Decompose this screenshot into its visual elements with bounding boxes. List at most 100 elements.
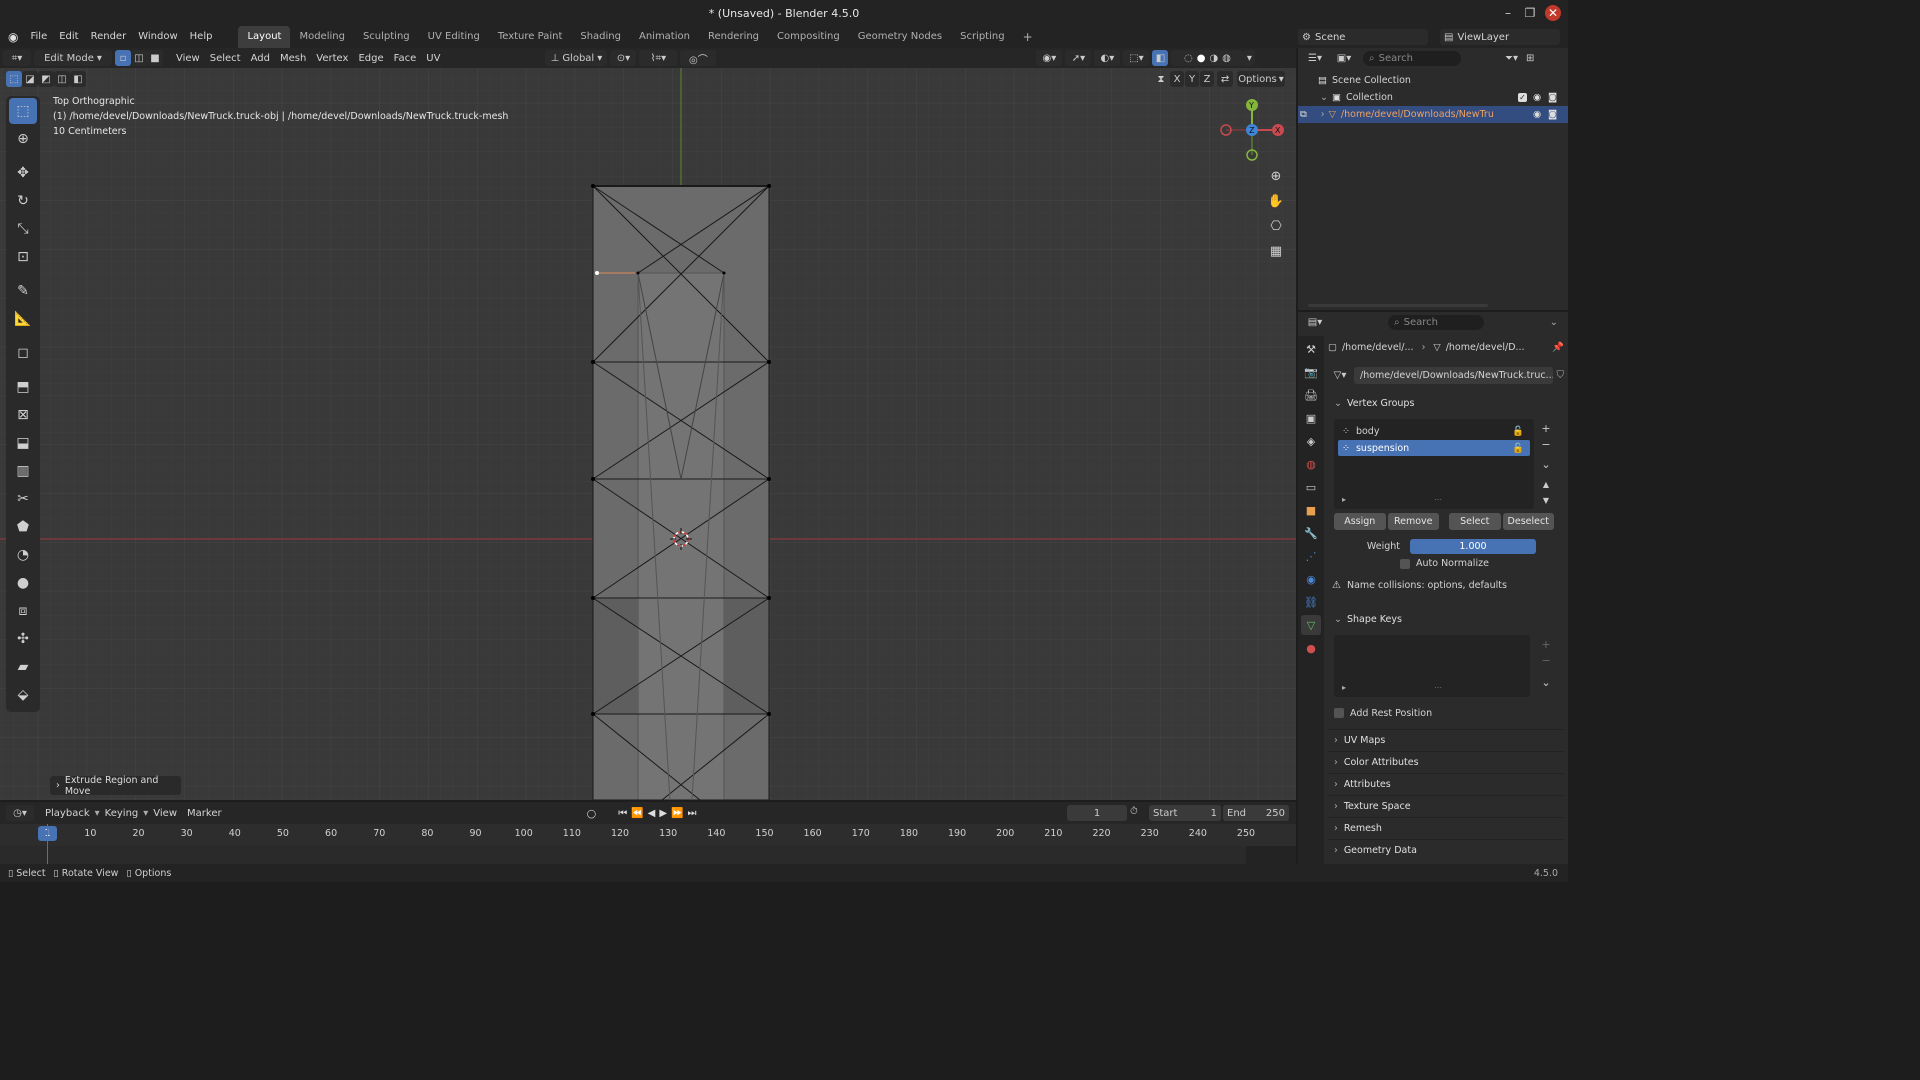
fake-user-shield-icon[interactable]: ⛉ bbox=[1557, 370, 1565, 381]
shear-tool-icon[interactable]: ▰ bbox=[9, 654, 37, 680]
scale-tool-icon[interactable]: ⤡ bbox=[9, 216, 37, 242]
weight-slider[interactable]: 1.000 bbox=[1410, 539, 1536, 554]
tab-sculpting[interactable]: Sculpting bbox=[354, 26, 419, 48]
spin-tool-icon[interactable]: ◔ bbox=[9, 542, 37, 568]
navigation-gizmo[interactable]: Y X Z bbox=[1218, 96, 1288, 166]
vertex-groups-header[interactable]: ⌄ Vertex Groups bbox=[1328, 393, 1564, 413]
scene-selector[interactable]: ⚙ Scene bbox=[1298, 29, 1428, 45]
select-new-icon[interactable]: ⬚ bbox=[6, 71, 22, 87]
outliner-object-row[interactable]: ⧉ › ▽ /home/devel/Downloads/NewTru ◉ ◙ bbox=[1298, 106, 1568, 123]
object-render-camera-icon[interactable]: ◙ bbox=[1548, 109, 1557, 120]
move-down-icon[interactable]: ▼ bbox=[1538, 493, 1554, 509]
shading-options-chevron-icon[interactable]: ▾ bbox=[1243, 50, 1256, 66]
material-tab-icon[interactable]: ● bbox=[1301, 638, 1321, 658]
menu-face[interactable]: Face bbox=[389, 53, 422, 64]
transform-orientation-dropdown[interactable]: ⊥ Global ▾ bbox=[545, 50, 608, 66]
remove-shape-key-icon[interactable]: − bbox=[1538, 653, 1554, 669]
mirror-x-toggle[interactable]: X bbox=[1170, 71, 1184, 87]
topology-mirror-icon[interactable]: ⇄ bbox=[1217, 71, 1233, 87]
world-tab-icon[interactable]: ◍ bbox=[1301, 454, 1321, 474]
tab-geometry-nodes[interactable]: Geometry Nodes bbox=[849, 26, 951, 48]
shape-key-specials-chevron-icon[interactable]: ⌄ bbox=[1538, 675, 1554, 691]
visibility-eye-icon[interactable]: ◉ bbox=[1533, 92, 1541, 103]
pan-hand-icon[interactable]: ✋ bbox=[1265, 190, 1287, 212]
filter-icon[interactable]: ⏷▾ bbox=[1505, 53, 1518, 64]
tab-scripting[interactable]: Scripting bbox=[951, 26, 1013, 48]
select-invert-icon[interactable]: ◫ bbox=[54, 71, 70, 87]
transform-tool-icon[interactable]: ⊡ bbox=[9, 244, 37, 270]
mirror-z-toggle[interactable]: Z bbox=[1200, 71, 1214, 87]
remove-button[interactable]: Remove bbox=[1387, 513, 1439, 530]
face-select-icon[interactable]: ■ bbox=[147, 50, 163, 66]
extrude-tool-icon[interactable]: ⬒ bbox=[9, 374, 37, 400]
menu-mesh[interactable]: Mesh bbox=[275, 53, 311, 64]
move-tool-icon[interactable]: ✥ bbox=[9, 160, 37, 186]
new-collection-icon[interactable]: ⊞ bbox=[1526, 53, 1534, 64]
mesh-overlay-icon[interactable]: ⬚▾ bbox=[1123, 50, 1150, 66]
menu-render[interactable]: Render bbox=[85, 26, 133, 48]
play-icon[interactable]: ▶ bbox=[659, 808, 671, 819]
shape-keys-header[interactable]: ⌄ Shape Keys bbox=[1328, 609, 1564, 629]
timeline-track[interactable] bbox=[0, 824, 1296, 866]
menu-select[interactable]: Select bbox=[205, 53, 246, 64]
remesh-section[interactable]: › Remesh bbox=[1328, 817, 1564, 839]
vertex-groups-list[interactable]: ⁘ body 🔓 ⁘ suspension 🔓 ▸ ⋯ bbox=[1334, 419, 1534, 509]
rotate-tool-icon[interactable]: ↻ bbox=[9, 188, 37, 214]
list-resize-grip-icon[interactable]: ⋯ bbox=[1434, 683, 1442, 692]
wireframe-shading-icon[interactable]: ◌ bbox=[1184, 53, 1193, 64]
tool-tab-icon[interactable]: ⚒ bbox=[1301, 339, 1321, 359]
chevron-right-icon[interactable]: › bbox=[1321, 109, 1325, 120]
viewport-canvas[interactable] bbox=[0, 68, 1296, 800]
mirror-y-toggle[interactable]: Y bbox=[1185, 71, 1199, 87]
solid-shading-icon[interactable]: ● bbox=[1197, 53, 1206, 64]
menu-uv[interactable]: UV bbox=[421, 53, 445, 64]
end-frame-field[interactable]: End 250 bbox=[1223, 805, 1289, 821]
edge-slide-tool-icon[interactable]: ⧈ bbox=[9, 598, 37, 624]
attributes-section[interactable]: › Attributes bbox=[1328, 773, 1564, 795]
add-cube-tool-icon[interactable]: ◻ bbox=[9, 340, 37, 366]
auto-keying-icon[interactable]: ○ bbox=[587, 807, 597, 820]
select-subtract-icon[interactable]: ◩ bbox=[38, 71, 54, 87]
menu-marker[interactable]: Marker bbox=[182, 808, 227, 819]
play-reverse-icon[interactable]: ◀ bbox=[648, 808, 660, 819]
menu-playback[interactable]: Playback bbox=[40, 808, 95, 819]
move-up-icon[interactable]: ▲ bbox=[1538, 477, 1554, 493]
select-intersect-icon[interactable]: ◧ bbox=[70, 71, 86, 87]
next-keyframe-icon[interactable]: ⏩ bbox=[671, 808, 687, 819]
viewlayer-selector[interactable]: ▤ ViewLayer bbox=[1440, 29, 1560, 45]
shading-modes[interactable]: ◌ ● ◑ ◍ bbox=[1171, 50, 1244, 66]
tab-texture-paint[interactable]: Texture Paint bbox=[489, 26, 572, 48]
chevron-down-icon[interactable]: ⌄ bbox=[1320, 92, 1328, 103]
jump-start-icon[interactable]: ⏮ bbox=[618, 808, 631, 819]
outliner-scrollbar[interactable] bbox=[1308, 304, 1488, 307]
select-extend-icon[interactable]: ◪ bbox=[22, 71, 38, 87]
tab-compositing[interactable]: Compositing bbox=[768, 26, 849, 48]
add-workspace-button[interactable]: + bbox=[1014, 26, 1042, 48]
menu-window[interactable]: Window bbox=[132, 26, 183, 48]
outliner-scene-collection[interactable]: ▤ Scene Collection bbox=[1298, 72, 1568, 89]
color-attributes-section[interactable]: › Color Attributes bbox=[1328, 751, 1564, 773]
cursor-tool-icon[interactable]: ⊕ bbox=[9, 126, 37, 152]
visibility-icon[interactable]: ◉▾ bbox=[1036, 50, 1063, 66]
modifiers-tab-icon[interactable]: 🔧 bbox=[1301, 523, 1321, 543]
pivot-icon[interactable]: ⊙▾ bbox=[610, 50, 637, 66]
tab-rendering[interactable]: Rendering bbox=[699, 26, 768, 48]
menu-timeline-view[interactable]: View bbox=[148, 808, 182, 819]
vertex-group-specials-chevron-icon[interactable]: ⌄ bbox=[1538, 457, 1554, 473]
render-camera-icon[interactable]: ◙ bbox=[1548, 92, 1557, 103]
tab-uv-editing[interactable]: UV Editing bbox=[419, 26, 489, 48]
bevel-tool-icon[interactable]: ⬓ bbox=[9, 430, 37, 456]
inset-tool-icon[interactable]: ⊠ bbox=[9, 402, 37, 428]
outliner-editor-type-icon[interactable]: ☰▾ bbox=[1302, 50, 1328, 66]
lock-icon[interactable]: 🔓 bbox=[1512, 443, 1524, 454]
vertex-group-item[interactable]: ⁘ body 🔓 bbox=[1338, 423, 1530, 439]
outliner-collection[interactable]: ⌄ ▣ Collection ✓ ◉ ◙ bbox=[1298, 89, 1568, 106]
properties-options-chevron-icon[interactable]: ⌄ bbox=[1550, 317, 1558, 328]
list-resize-grip-icon[interactable]: ⋯ bbox=[1434, 495, 1442, 504]
proportional-edit-icon[interactable]: ◎⌒ bbox=[680, 50, 717, 66]
editor-type-icon[interactable]: ⌗▾ bbox=[3, 50, 31, 66]
blender-logo-icon[interactable]: ◉ bbox=[0, 26, 24, 48]
pin-icon[interactable]: 📌 bbox=[1552, 342, 1564, 353]
material-shading-icon[interactable]: ◑ bbox=[1209, 53, 1218, 64]
edit-mode-icon[interactable]: ⧉ bbox=[1300, 109, 1307, 120]
